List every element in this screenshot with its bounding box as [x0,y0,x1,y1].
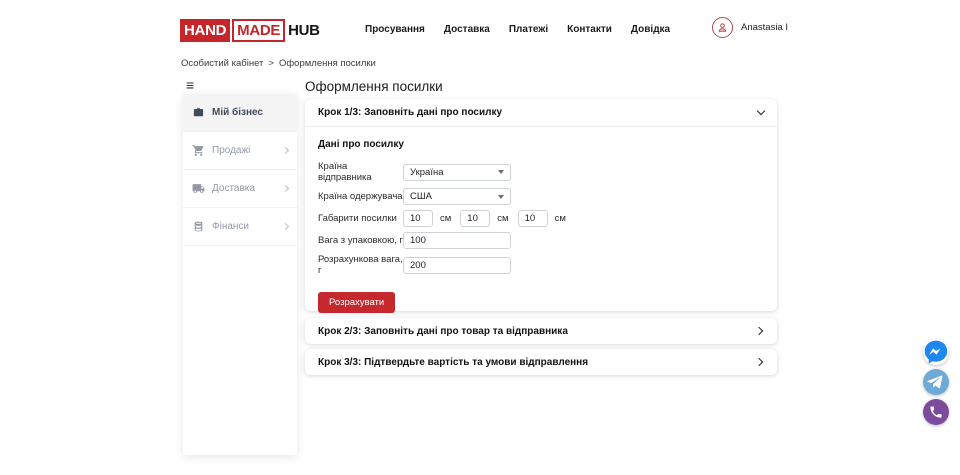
telegram-contact-button[interactable] [923,369,949,395]
cart-icon [192,144,205,157]
top-header: HAND MADE HUB Просування Доставка Платеж… [0,0,960,55]
logo-hub: HUB [285,19,320,42]
weight-packed-input[interactable] [403,232,511,249]
sender-country-label: Країна відправника [318,161,403,183]
sidebar-toggle-hamburger-icon[interactable]: ≡ [186,78,194,92]
step1-body: Дані про посилку Країна відправника Укра… [305,126,777,324]
sender-country-value: Україна [410,167,444,178]
step3-card: Крок 3/3: Підтвердьте вартість та умови … [305,349,777,375]
chevron-right-icon [282,147,289,154]
parcel-checkout-page: HAND MADE HUB Просування Доставка Платеж… [0,0,960,475]
messenger-icon [923,339,949,365]
viber-contact-button[interactable] [923,399,949,425]
main-nav: Просування Доставка Платежі Контакти Дов… [365,24,670,35]
step3-header[interactable]: Крок 3/3: Підтвердьте вартість та умови … [305,349,777,375]
dimension-unit-label: см [497,213,508,224]
dimension-width-input[interactable] [460,210,490,227]
step1-title: Крок 1/3: Заповніть дані про посилку [318,107,502,118]
chevron-right-icon [282,185,289,192]
dimension-unit-label: см [555,213,566,224]
recipient-country-select[interactable]: США [403,188,511,205]
weight-packed-label: Вага з упаковкою, г [318,235,403,246]
briefcase-icon [192,106,205,119]
sidebar-item-label: Доставка [212,183,255,194]
chevron-right-icon [755,358,763,366]
recipient-country-label: Країна одержувача [318,191,403,202]
handmade-hub-logo[interactable]: HAND MADE HUB [180,19,320,42]
breadcrumb-separator: > [268,58,274,69]
sidebar-item-label: Мій бізнес [212,107,263,118]
chevron-down-icon [757,107,765,115]
logo-hand: HAND [180,19,230,42]
dimensions-row: Габарити посилки см см см [318,210,764,227]
calculate-button[interactable]: Розрахувати [318,292,395,313]
breadcrumb-personal-cabinet[interactable]: Особистий кабінет [181,58,263,69]
select-caret-icon [498,170,504,174]
nav-item-payments[interactable]: Платежі [509,24,548,35]
sender-country-row: Країна відправника Україна [318,161,764,183]
nav-item-contacts[interactable]: Контакти [567,24,612,35]
user-avatar-icon [712,17,733,38]
sidebar-item-my-business[interactable]: Мій бізнес [183,94,297,132]
user-name: Anastasia I [741,22,788,33]
sidebar-item-sales[interactable]: Продажі [183,132,297,170]
step2-header[interactable]: Крок 2/3: Заповніть дані про товар та ві… [305,318,777,344]
step1-header[interactable]: Крок 1/3: Заповніть дані про посилку [305,99,777,126]
breadcrumb-parcel-checkout[interactable]: Оформлення посилки [279,58,376,69]
sender-country-select[interactable]: Україна [403,164,511,181]
nav-item-promotion[interactable]: Просування [365,24,425,35]
chevron-right-icon [755,327,763,335]
weight-calculated-input[interactable] [403,257,511,274]
weight-calculated-label: Розрахункова вага, г [318,254,403,276]
select-caret-icon [498,195,504,199]
breadcrumb: Особистий кабінет > Оформлення посилки [181,58,376,69]
logo-made: MADE [232,19,285,42]
parcel-data-section-title: Дані про посилку [318,139,764,150]
sidebar: Мій бізнес Продажі Доставка Фінанси [183,94,297,455]
dimensions-label: Габарити посилки [318,213,403,224]
recipient-country-row: Країна одержувача США [318,188,764,205]
weight-calculated-row: Розрахункова вага, г [318,254,764,276]
sidebar-item-label: Фінанси [212,221,249,232]
sidebar-item-delivery[interactable]: Доставка [183,170,297,208]
dimension-unit-label: см [440,213,451,224]
messenger-contact-button[interactable] [923,339,949,365]
dimension-height-input[interactable] [518,210,548,227]
step2-title: Крок 2/3: Заповніть дані про товар та ві… [318,326,568,337]
coins-icon [192,220,205,233]
weight-packed-row: Вага з упаковкою, г [318,232,764,249]
sidebar-item-label: Продажі [212,145,250,156]
recipient-country-value: США [410,191,432,202]
dimension-length-input[interactable] [403,210,433,227]
viber-icon [923,399,949,425]
nav-item-help[interactable]: Довідка [631,24,670,35]
step2-card: Крок 2/3: Заповніть дані про товар та ві… [305,318,777,344]
sidebar-item-finance[interactable]: Фінанси [183,208,297,246]
step1-card: Крок 1/3: Заповніть дані про посилку Дан… [305,99,777,311]
step3-title: Крок 3/3: Підтвердьте вартість та умови … [318,357,588,368]
user-account-menu[interactable]: Anastasia I [712,17,788,38]
truck-icon [192,182,205,195]
telegram-icon [923,369,949,395]
chevron-right-icon [282,223,289,230]
nav-item-delivery[interactable]: Доставка [444,24,490,35]
page-title: Оформлення посилки [305,79,443,94]
